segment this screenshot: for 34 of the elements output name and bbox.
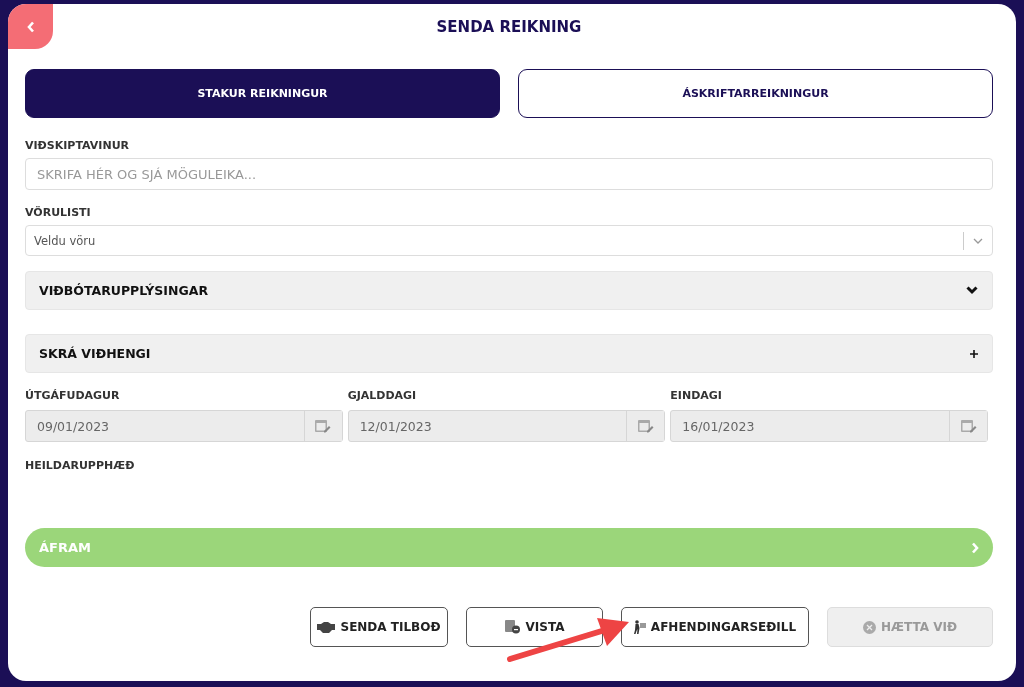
calendar-icon: [960, 419, 977, 433]
calendar-button[interactable]: [303, 411, 342, 441]
action-button[interactable]: AFHENDINGARSEÐILL: [621, 607, 809, 647]
accordion-header[interactable]: SKRÁ VIÐHENGI: [25, 334, 993, 373]
calendar-icon: [637, 419, 654, 433]
date-field[interactable]: 16/01/2023: [670, 410, 988, 442]
close-icon: [862, 620, 876, 634]
calendar-button[interactable]: [626, 411, 665, 441]
field-label: VIÐSKIPTAVINUR: [25, 139, 131, 152]
date-field[interactable]: 09/01/2023: [25, 410, 343, 442]
calendar-button[interactable]: [949, 411, 987, 441]
chevron-down-icon: [966, 286, 978, 295]
plus-icon: [970, 349, 978, 358]
save-icon: [504, 620, 521, 634]
total-label: HEILDARUPPHÆÐ: [25, 459, 136, 472]
calendar-icon: [315, 419, 332, 433]
date-label: GJALDDAGI: [347, 389, 418, 402]
back-button[interactable]: [8, 4, 53, 49]
action-button[interactable]: SENDA TILBOÐ: [310, 607, 448, 647]
accordion-header[interactable]: VIÐBÓTARUPPLÝSINGAR: [25, 271, 993, 310]
person-carrying-icon: [633, 620, 646, 634]
invoice-type-tab[interactable]: STAKUR REIKNINGUR: [25, 69, 500, 118]
date-label: ÚTGÁFUDAGUR: [25, 389, 121, 402]
date-label: EINDAGI: [670, 389, 723, 402]
chevron-right-icon: [971, 541, 979, 554]
field-label: VÖRULISTI: [25, 206, 92, 219]
product-select[interactable]: Veldu vöru: [25, 225, 993, 256]
customer-field[interactable]: SKRIFA HÉR OG SJÁ MÖGULEIKA...: [25, 158, 993, 190]
date-field[interactable]: 12/01/2023: [347, 410, 666, 442]
page-title: SENDA REIKNING: [436, 17, 582, 36]
action-button[interactable]: VISTA: [466, 607, 603, 647]
chevron-down-icon: [973, 237, 983, 244]
chevron-left-icon: [26, 20, 35, 33]
invoice-type-tab[interactable]: ÁSKRIFTARREIKNINGUR: [518, 69, 993, 118]
